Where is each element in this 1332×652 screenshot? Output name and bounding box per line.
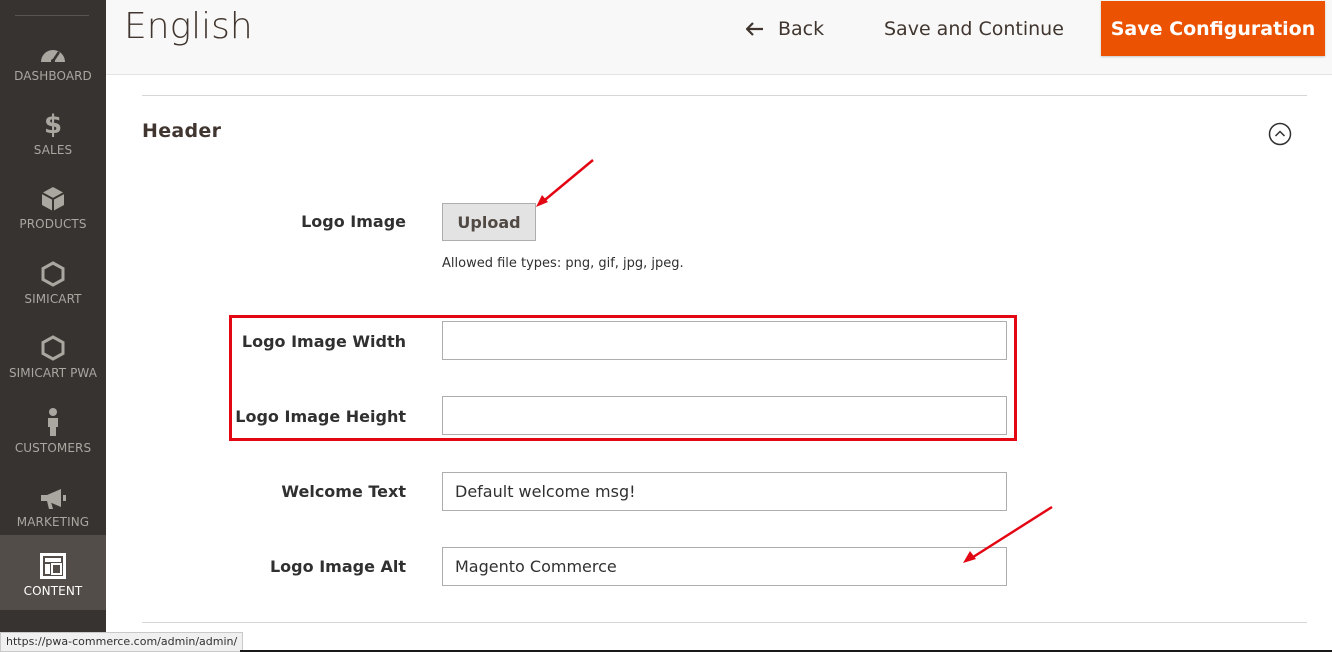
arrow-left-icon [746,22,763,36]
chevron-up-circle-icon[interactable] [1268,122,1292,150]
admin-sidebar: DASHBOARD $ SALES PRODUCTS SIMICART SIMI… [0,0,106,652]
logo-image-height-input[interactable] [442,396,1007,435]
allowed-file-types-note: Allowed file types: png, gif, jpg, jpeg. [442,256,684,271]
sidebar-item-label: CUSTOMERS [14,441,92,455]
sidebar-item-label: PRODUCTS [19,217,87,231]
sidebar-item-label: SIMICART [24,292,82,306]
section-top-divider [142,95,1307,96]
welcome-text-input[interactable] [442,472,1007,511]
sidebar-item-sales[interactable]: $ SALES [0,94,106,168]
dashboard-gauge-icon [39,34,67,64]
logo-image-height-label: Logo Image Height [235,407,406,426]
page-title: English [124,6,253,47]
logo-image-width-input[interactable] [442,321,1007,360]
page-actions-bar: English Back Save and Continue Save Conf… [106,0,1332,75]
sidebar-item-label: SALES [33,143,73,157]
cube-icon [41,182,65,212]
dollar-icon: $ [43,110,63,140]
back-label: Back [778,18,825,40]
sidebar-item-label: SIMICART PWA [8,366,98,380]
sidebar-item-label: DASHBOARD [14,69,92,83]
upload-button[interactable]: Upload [442,203,536,241]
section-bottom-divider [142,622,1307,623]
status-bar-url: https://pwa-commerce.com/admin/admin/ [0,632,244,652]
sidebar-item-content[interactable]: CONTENT [0,535,106,610]
back-button[interactable]: Back [746,14,824,44]
hexagon-icon [41,331,65,361]
sidebar-item-label: MARKETING [16,515,90,529]
sidebar-item-simicart-pwa[interactable]: SIMICART PWA [0,317,106,391]
logo-image-alt-input[interactable] [442,547,1007,586]
hexagon-icon [41,257,65,287]
annotation-arrow-upload [536,159,594,207]
sidebar-item-label: CONTENT [23,584,83,598]
sidebar-item-customers[interactable]: CUSTOMERS [0,392,106,466]
layout-icon [40,549,66,579]
sidebar-item-marketing[interactable]: MARKETING [0,466,106,540]
logo-image-label: Logo Image [301,212,406,231]
sidebar-divider [15,15,89,16]
save-configuration-button[interactable]: Save Configuration [1101,1,1325,56]
save-and-continue-button[interactable]: Save and Continue [884,14,1064,44]
sidebar-item-products[interactable]: PRODUCTS [0,168,106,242]
megaphone-icon [39,480,67,510]
logo-image-width-label: Logo Image Width [241,332,406,351]
logo-image-alt-label: Logo Image Alt [269,557,406,576]
person-icon [46,406,60,436]
sidebar-item-simicart[interactable]: SIMICART [0,243,106,317]
section-title[interactable]: Header [142,120,221,142]
welcome-text-label: Welcome Text [281,482,406,501]
sidebar-item-dashboard[interactable]: DASHBOARD [0,20,106,94]
